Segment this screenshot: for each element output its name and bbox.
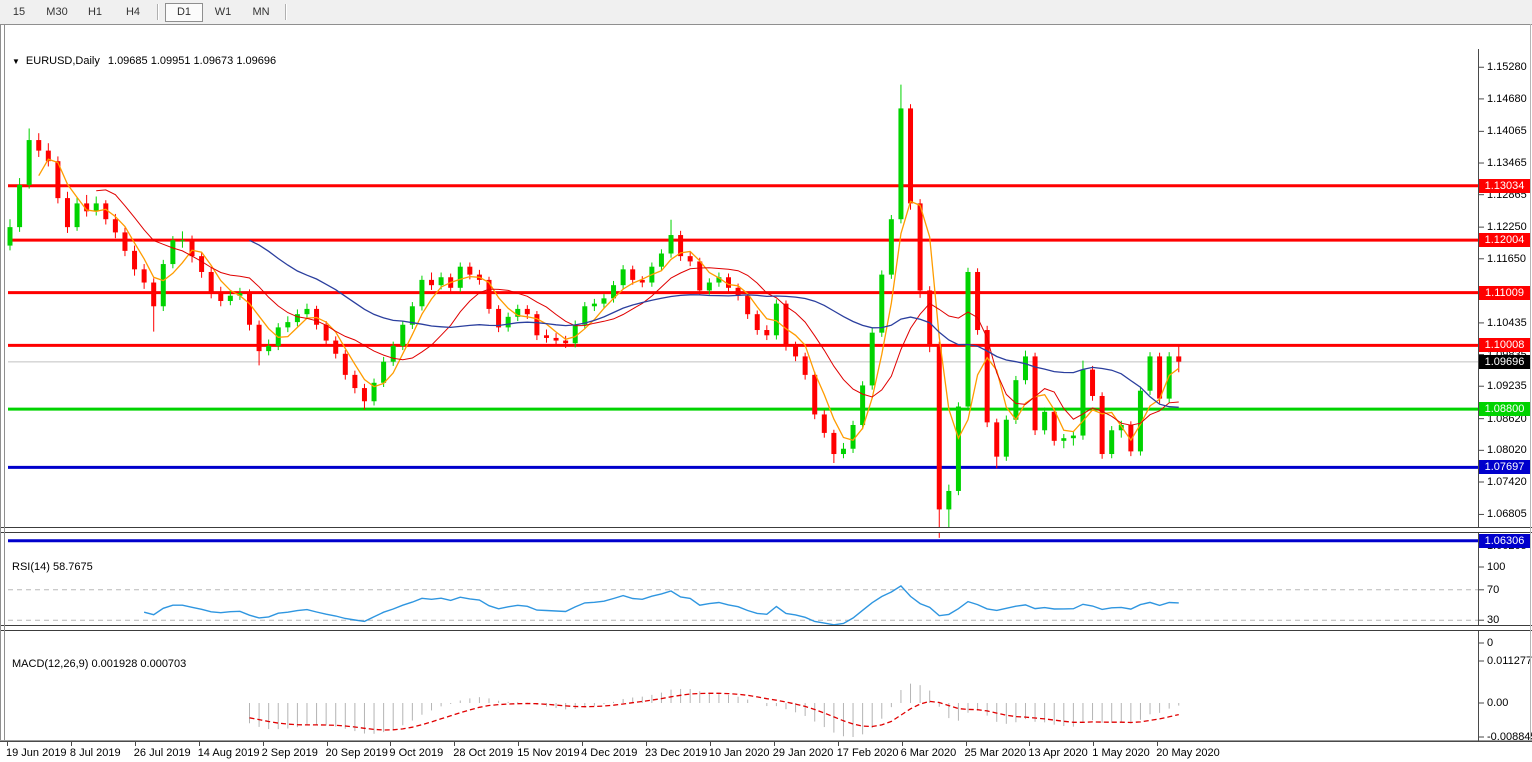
date-axis-tick <box>454 742 455 746</box>
main-chart-plot[interactable] <box>0 49 1532 551</box>
price-tick-label: 1.15280 <box>1487 60 1532 74</box>
rsi-indicator-label: RSI(14) 58.7675 <box>12 561 93 573</box>
date-axis-tick <box>582 742 583 746</box>
timeframe-button-h1[interactable]: H1 <box>77 3 113 21</box>
timeframe-button-w1[interactable]: W1 <box>205 3 241 21</box>
date-label: 10 Jan 2020 <box>709 747 770 759</box>
date-label: 28 Oct 2019 <box>453 747 513 759</box>
price-tick-label: 1.14065 <box>1487 124 1532 138</box>
date-axis-tick <box>199 742 200 746</box>
price-level-badge: 1.13034 <box>1479 179 1530 193</box>
date-axis-tick <box>518 742 519 746</box>
date-axis-tick <box>902 742 903 746</box>
date-label: 15 Nov 2019 <box>517 747 579 759</box>
date-label: 23 Dec 2019 <box>645 747 707 759</box>
price-level-badge: 1.07697 <box>1479 460 1530 474</box>
date-label: 26 Jul 2019 <box>134 747 191 759</box>
timeframe-button-15[interactable]: 15 <box>1 3 37 21</box>
date-axis-tick <box>646 742 647 746</box>
trading-terminal: 15M30H1H4 D1W1MN ▼ EURUSD,Daily 1.09685 1.0… <box>0 0 1532 762</box>
timeframe-button-m30[interactable]: M30 <box>39 3 75 21</box>
date-label: 1 May 2020 <box>1092 747 1149 759</box>
toolbar-separator <box>157 4 159 20</box>
chart-dropdown-arrow[interactable]: ▼ <box>12 57 20 66</box>
date-label: 25 Mar 2020 <box>965 747 1027 759</box>
date-label: 14 Aug 2019 <box>198 747 260 759</box>
chart-ohlc-quotes: 1.09685 1.09951 1.09673 1.09696 <box>108 55 276 67</box>
date-axis-tick <box>263 742 264 746</box>
timeframe-button-mn[interactable]: MN <box>243 3 279 21</box>
price-tick-label: 1.09235 <box>1487 379 1532 393</box>
price-level-badge: 1.12004 <box>1479 233 1530 247</box>
date-label: 20 May 2020 <box>1156 747 1220 759</box>
date-axis-tick <box>390 742 391 746</box>
price-level-badge: 1.08800 <box>1479 402 1530 416</box>
date-axis-tick <box>838 742 839 746</box>
price-tick-label: 1.12250 <box>1487 220 1532 234</box>
macd-tick-label: 0.00 <box>1487 696 1532 710</box>
macd-histogram <box>250 684 1179 737</box>
window-left-edge-inner <box>4 24 5 740</box>
date-axis-tick <box>966 742 967 746</box>
date-label: 17 Feb 2020 <box>837 747 899 759</box>
date-axis-tick <box>7 742 8 746</box>
rsi-pane[interactable] <box>0 555 1532 649</box>
date-axis-tick <box>1093 742 1094 746</box>
chart-window[interactable]: ▼ EURUSD,Daily 1.09685 1.09951 1.09673 1.0… <box>0 24 1532 741</box>
price-level-badge: 1.06306 <box>1479 534 1530 548</box>
toolbar-separator <box>285 4 287 20</box>
date-label: 4 Dec 2019 <box>581 747 637 759</box>
macd-tick-label: 0.011277 <box>1487 654 1532 668</box>
timeframe-button-h4[interactable]: H4 <box>115 3 151 21</box>
date-axis-tick <box>327 742 328 746</box>
chart-symbol-label: EURUSD,Daily <box>26 55 100 67</box>
date-label: 6 Mar 2020 <box>901 747 957 759</box>
macd-indicator-label: MACD(12,26,9) 0.001928 0.000703 <box>12 658 186 670</box>
timeframe-button-d1[interactable]: D1 <box>165 3 203 22</box>
moving-average-26 <box>250 240 1179 407</box>
window-left-edge <box>0 24 1 740</box>
date-label: 19 Jun 2019 <box>6 747 67 759</box>
date-axis-tick <box>135 742 136 746</box>
pane-splitter-rsi[interactable] <box>0 527 1532 533</box>
price-tick-label: 1.06805 <box>1487 507 1532 521</box>
date-axis[interactable]: 19 Jun 20198 Jul 2019 26 Jul 2019 14 Aug 2… <box>0 741 1532 762</box>
price-tick-label: 1.13465 <box>1487 156 1532 170</box>
window-right-edge <box>1530 24 1531 740</box>
moving-average-4 <box>39 159 1179 440</box>
date-axis-tick <box>1029 742 1030 746</box>
date-label: 20 Sep 2019 <box>326 747 388 759</box>
price-tick-label: 1.07420 <box>1487 475 1532 489</box>
price-level-badge: 1.10008 <box>1479 338 1530 352</box>
current-price-badge: 1.09696 <box>1479 355 1530 369</box>
candles-series <box>8 85 1182 538</box>
chart-title: ▼ EURUSD,Daily 1.09685 1.09951 1.09673 1.0… <box>12 55 276 67</box>
macd-pane[interactable] <box>0 653 1532 741</box>
price-level-badge: 1.11009 <box>1479 286 1530 300</box>
price-axis-separator <box>1478 49 1479 741</box>
price-tick-label: 1.10435 <box>1487 316 1532 330</box>
date-axis-tick <box>1157 742 1158 746</box>
macd-signal-line <box>250 693 1179 730</box>
date-axis-tick <box>71 742 72 746</box>
timeframe-toolbar: 15M30H1H4 D1W1MN <box>0 0 1532 25</box>
rsi-tick-label: 70 <box>1487 583 1532 597</box>
date-label: 9 Oct 2019 <box>389 747 443 759</box>
date-label: 8 Jul 2019 <box>70 747 121 759</box>
date-axis-tick <box>774 742 775 746</box>
date-axis-tick <box>710 742 711 746</box>
date-label: 2 Sep 2019 <box>262 747 318 759</box>
rsi-line <box>144 586 1179 625</box>
price-tick-label: 1.11650 <box>1487 252 1532 266</box>
price-tick-label: 1.14680 <box>1487 92 1532 106</box>
date-label: 13 Apr 2020 <box>1028 747 1087 759</box>
rsi-tick-label: 0 <box>1487 636 1532 650</box>
price-tick-label: 1.08020 <box>1487 443 1532 457</box>
rsi-tick-label: 100 <box>1487 560 1532 574</box>
pane-splitter-macd[interactable] <box>0 625 1532 631</box>
date-label: 29 Jan 2020 <box>773 747 834 759</box>
